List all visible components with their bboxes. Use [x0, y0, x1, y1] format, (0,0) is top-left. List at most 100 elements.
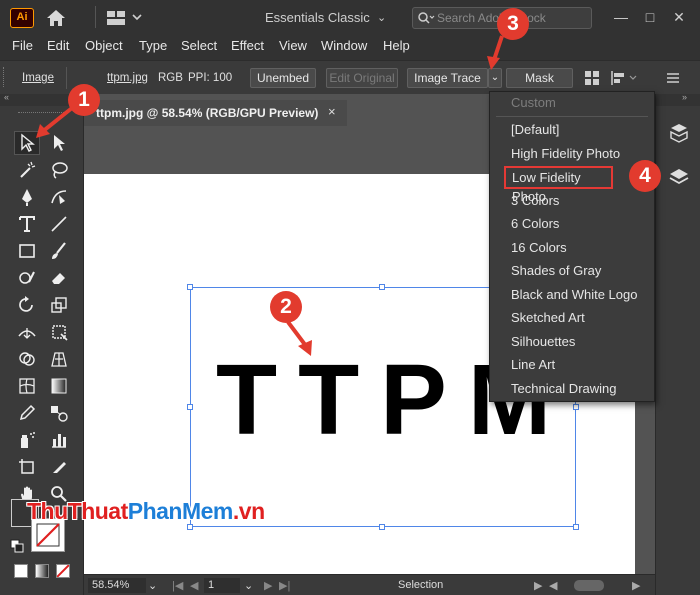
width-tool-icon[interactable]	[14, 320, 40, 344]
shape-builder-tool-icon[interactable]	[14, 347, 40, 371]
preset-black-and-white-logo[interactable]: Black and White Logo	[490, 284, 654, 307]
preset-default[interactable]: [Default]	[490, 119, 654, 142]
horizontal-scrollbar-thumb[interactable]	[574, 580, 604, 591]
align-left-icon[interactable]	[610, 70, 638, 86]
bbox-handle[interactable]	[573, 524, 579, 530]
menu-help[interactable]: Help	[383, 38, 410, 53]
curvature-tool-icon[interactable]	[46, 185, 72, 209]
minimize-button[interactable]: —	[612, 9, 630, 25]
line-segment-tool-icon[interactable]	[46, 212, 72, 236]
scroll-right-icon[interactable]: ▶	[632, 579, 640, 592]
type-tool-icon[interactable]	[14, 212, 40, 236]
menu-view[interactable]: View	[279, 38, 307, 53]
gradient-mode-button[interactable]	[35, 564, 49, 578]
layers-icon[interactable]	[668, 166, 690, 188]
scroll-left-icon[interactable]: ◀	[549, 579, 557, 592]
chevron-down-icon[interactable]: ⌄	[377, 11, 386, 24]
preset-3-colors[interactable]: 3 Colors	[490, 190, 654, 213]
eyedropper-tool-icon[interactable]	[14, 401, 40, 425]
rectangle-tool-icon[interactable]	[14, 239, 40, 263]
watermark-part2: PhanMem	[127, 498, 234, 524]
close-button[interactable]: ✕	[670, 9, 688, 25]
linked-filename[interactable]: ttpm.jpg	[107, 72, 148, 84]
column-graph-tool-icon[interactable]	[46, 428, 72, 452]
preset-high-fidelity-photo[interactable]: High Fidelity Photo	[490, 143, 654, 166]
bbox-handle[interactable]	[573, 404, 579, 410]
status-menu-icon[interactable]: ▶	[534, 579, 542, 592]
eraser-tool-icon[interactable]	[46, 266, 72, 290]
arrange-documents-icon[interactable]	[105, 9, 145, 27]
menu-object[interactable]: Object	[85, 38, 123, 53]
perspective-grid-tool-icon[interactable]	[46, 347, 72, 371]
app-logo: Ai	[10, 8, 34, 28]
direct-selection-tool-icon[interactable]	[46, 131, 72, 155]
lasso-tool-icon[interactable]	[46, 158, 72, 182]
current-tool-label: Selection	[398, 579, 444, 591]
object-kind-label[interactable]: Image	[22, 72, 54, 84]
right-panel-header[interactable]: »	[656, 92, 700, 106]
selection-tool-icon[interactable]	[14, 131, 40, 155]
unembed-button[interactable]: Unembed	[250, 68, 316, 88]
menu-effect[interactable]: Effect	[231, 38, 264, 53]
panel-grip[interactable]	[3, 67, 6, 87]
slice-tool-icon[interactable]	[46, 455, 72, 479]
menu-window[interactable]: Window	[321, 38, 367, 53]
preset-line-art[interactable]: Line Art	[490, 354, 654, 377]
first-artboard-icon[interactable]: |◀	[172, 579, 183, 592]
ppi-label: PPI: 100	[188, 72, 233, 84]
artboard-number-field[interactable]: 1	[204, 578, 240, 593]
preset-sketched-art[interactable]: Sketched Art	[490, 307, 654, 330]
watermark-logo: ThuThuatPhanMem.vn	[27, 498, 265, 525]
libraries-icon[interactable]	[668, 122, 690, 144]
mesh-tool-icon[interactable]	[14, 374, 40, 398]
scale-tool-icon[interactable]	[46, 293, 72, 317]
previous-artboard-icon[interactable]: ◀	[190, 579, 198, 592]
artboard-tool-icon[interactable]	[14, 455, 40, 479]
magic-wand-tool-icon[interactable]	[14, 158, 40, 182]
preset-silhouettes[interactable]: Silhouettes	[490, 331, 654, 354]
chevron-down-icon[interactable]: ⌄	[148, 579, 157, 592]
pen-tool-icon[interactable]	[14, 185, 40, 209]
menu-type[interactable]: Type	[139, 38, 167, 53]
preset-16-colors[interactable]: 16 Colors	[490, 237, 654, 260]
bbox-handle[interactable]	[187, 284, 193, 290]
right-panel-strip: »	[655, 92, 700, 595]
menu-select[interactable]: Select	[181, 38, 217, 53]
preset-technical-drawing[interactable]: Technical Drawing	[490, 378, 654, 401]
home-icon[interactable]	[45, 8, 67, 28]
none-mode-button[interactable]	[56, 564, 70, 578]
symbol-sprayer-tool-icon[interactable]	[14, 428, 40, 452]
bbox-handle[interactable]	[187, 404, 193, 410]
shaper-tool-icon[interactable]	[14, 266, 40, 290]
bbox-handle[interactable]	[379, 524, 385, 530]
document-tab[interactable]: ttpm.jpg @ 58.54% (RGB/GPU Preview) ×	[84, 100, 347, 126]
workspace-switcher[interactable]: Essentials Classic	[265, 10, 370, 25]
bbox-handle[interactable]	[379, 284, 385, 290]
edit-original-button[interactable]: Edit Original	[326, 68, 398, 88]
image-trace-button[interactable]: Image Trace	[407, 68, 488, 88]
next-artboard-icon[interactable]: ▶	[264, 579, 272, 592]
last-artboard-icon[interactable]: ▶|	[279, 579, 290, 592]
blend-tool-icon[interactable]	[46, 401, 72, 425]
gradient-tool-icon[interactable]	[46, 374, 72, 398]
chevron-down-icon[interactable]: ⌄	[244, 579, 253, 592]
menu-edit[interactable]: Edit	[47, 38, 69, 53]
close-document-icon[interactable]: ×	[328, 104, 336, 119]
preset-shades-of-gray[interactable]: Shades of Gray	[490, 260, 654, 283]
color-mode-button[interactable]	[14, 564, 28, 578]
mask-button[interactable]: Mask	[506, 68, 573, 88]
search-icon	[418, 12, 435, 24]
maximize-button[interactable]: □	[641, 9, 659, 25]
default-colors-icon[interactable]	[10, 539, 26, 553]
free-transform-tool-icon[interactable]	[46, 320, 72, 344]
artboard-number: 1	[208, 579, 215, 591]
image-trace-preset-chevron[interactable]: ⌄	[488, 68, 502, 88]
align-grid-icon[interactable]	[584, 70, 600, 86]
preset-low-fidelity-photo[interactable]: Low Fidelity Photo	[504, 166, 613, 204]
rotate-tool-icon[interactable]	[14, 293, 40, 317]
paintbrush-tool-icon[interactable]	[46, 239, 72, 263]
menu-file[interactable]: File	[12, 38, 33, 53]
menu-lines-icon[interactable]	[665, 70, 681, 86]
zoom-field[interactable]: 58.54%	[88, 578, 146, 593]
preset-6-colors[interactable]: 6 Colors	[490, 213, 654, 236]
